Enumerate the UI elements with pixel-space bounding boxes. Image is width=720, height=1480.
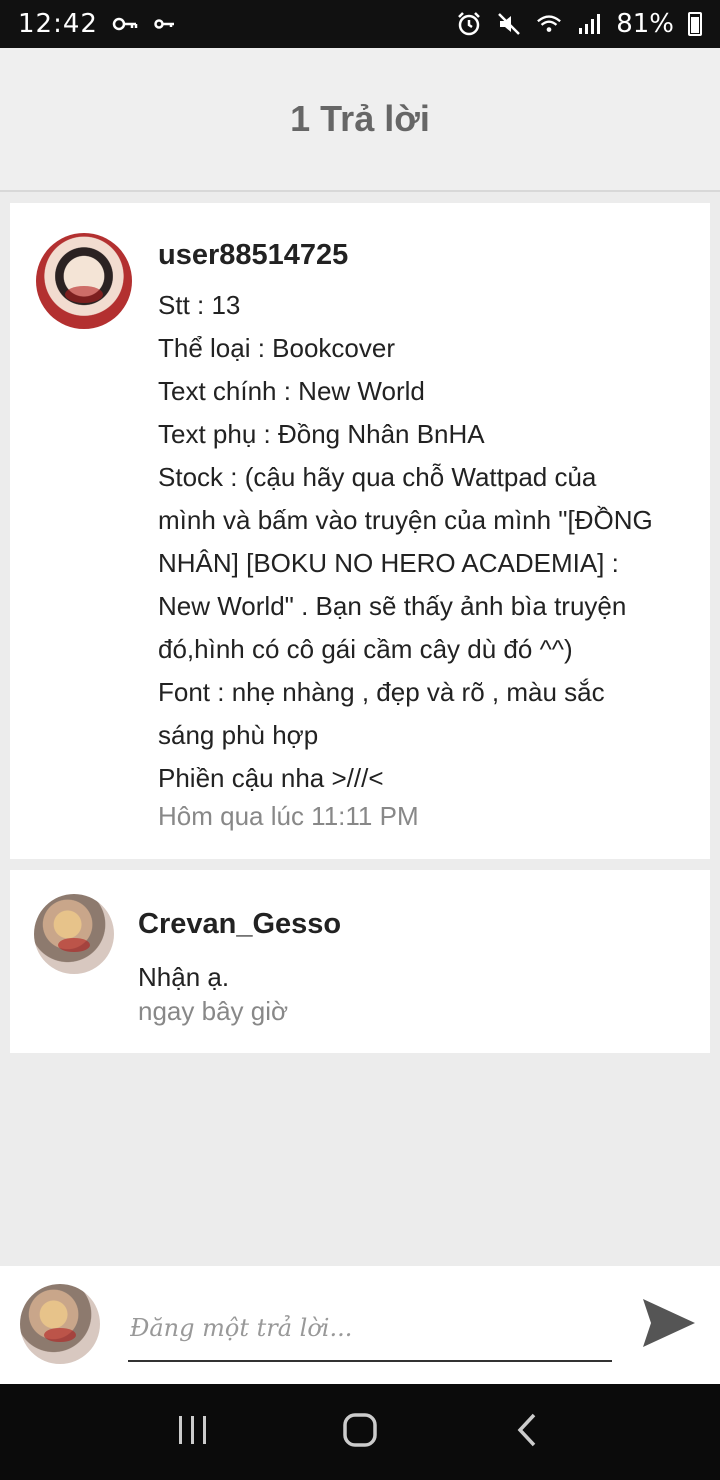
send-button[interactable] <box>636 1292 702 1358</box>
avatar[interactable] <box>34 894 114 974</box>
page-title: 1 Trả lời <box>290 98 430 139</box>
wifi-icon <box>536 11 562 37</box>
battery-fill <box>691 16 699 33</box>
recent-apps-button[interactable] <box>163 1402 223 1462</box>
reply-input[interactable] <box>128 1296 612 1362</box>
comment-line: Thể loại : Bookcover <box>158 333 396 363</box>
comment-line: New World" . Bạn sẽ thấy ảnh bìa truyện <box>158 591 627 621</box>
comment-timestamp: Hôm qua lúc 11:11 PM <box>158 801 419 831</box>
status-time: 12:42 <box>18 9 98 39</box>
avatar-art <box>44 1328 76 1343</box>
recent-apps-icon <box>176 1413 210 1452</box>
comment-line: NHÂN] [BOKU NO HERO ACADEMIA] : <box>158 548 619 578</box>
alarm-icon <box>456 11 482 37</box>
comment-line: mình và bấm vào truyện của mình "[ĐỒNG <box>158 505 653 535</box>
comment-body: Nhận ạ. <box>138 962 230 992</box>
status-right: 81% <box>456 9 702 39</box>
battery-icon <box>688 12 702 36</box>
avatar-art <box>64 285 104 304</box>
home-button[interactable] <box>330 1402 390 1462</box>
avatar <box>20 1284 100 1364</box>
comment-line: Text chính : New World <box>158 376 425 406</box>
comment-timestamp: ngay bây giờ <box>138 996 289 1026</box>
comment-card: user88514725 Stt : 13 Thể loại : Bookcov… <box>10 203 710 859</box>
comment-card: Crevan_Gesso Nhận ạ. ngay bây giờ <box>10 870 710 1053</box>
comment-line: sáng phù hợp <box>158 720 319 750</box>
comment-line: Font : nhẹ nhàng , đẹp và rõ , màu sắc <box>158 677 605 707</box>
reply-bar <box>0 1266 720 1384</box>
status-bar: 12:42 81% <box>0 0 720 48</box>
comment-line: Stt : 13 <box>158 290 241 320</box>
back-button[interactable] <box>497 1402 557 1462</box>
status-left: 12:42 <box>18 9 178 39</box>
comment-line: Phiền cậu nha >///< <box>158 763 384 793</box>
back-icon <box>512 1412 542 1453</box>
comment-username[interactable]: user88514725 <box>158 239 348 272</box>
comment-line: Stock : (cậu hãy qua chỗ Wattpad của <box>158 462 597 492</box>
battery-percent: 81% <box>616 9 674 39</box>
mute-icon <box>496 11 522 37</box>
page-header: 1 Trả lời <box>0 48 720 192</box>
vpn-key-icon <box>152 11 178 37</box>
send-icon <box>641 1295 697 1356</box>
comment-line: đó,hình có cô gái cầm cây dù đó ^^) <box>158 634 573 664</box>
avatar[interactable] <box>36 233 132 329</box>
home-icon <box>342 1412 378 1453</box>
comment-username[interactable]: Crevan_Gesso <box>138 908 341 941</box>
comment-line: Text phụ : Đồng Nhân BnHA <box>158 419 485 449</box>
key-icon <box>112 11 138 37</box>
navigation-bar <box>0 1384 720 1480</box>
avatar-art <box>58 938 90 953</box>
comment-body: Stt : 13 Thể loại : Bookcover Text chính… <box>158 284 698 800</box>
signal-icon <box>576 11 602 37</box>
